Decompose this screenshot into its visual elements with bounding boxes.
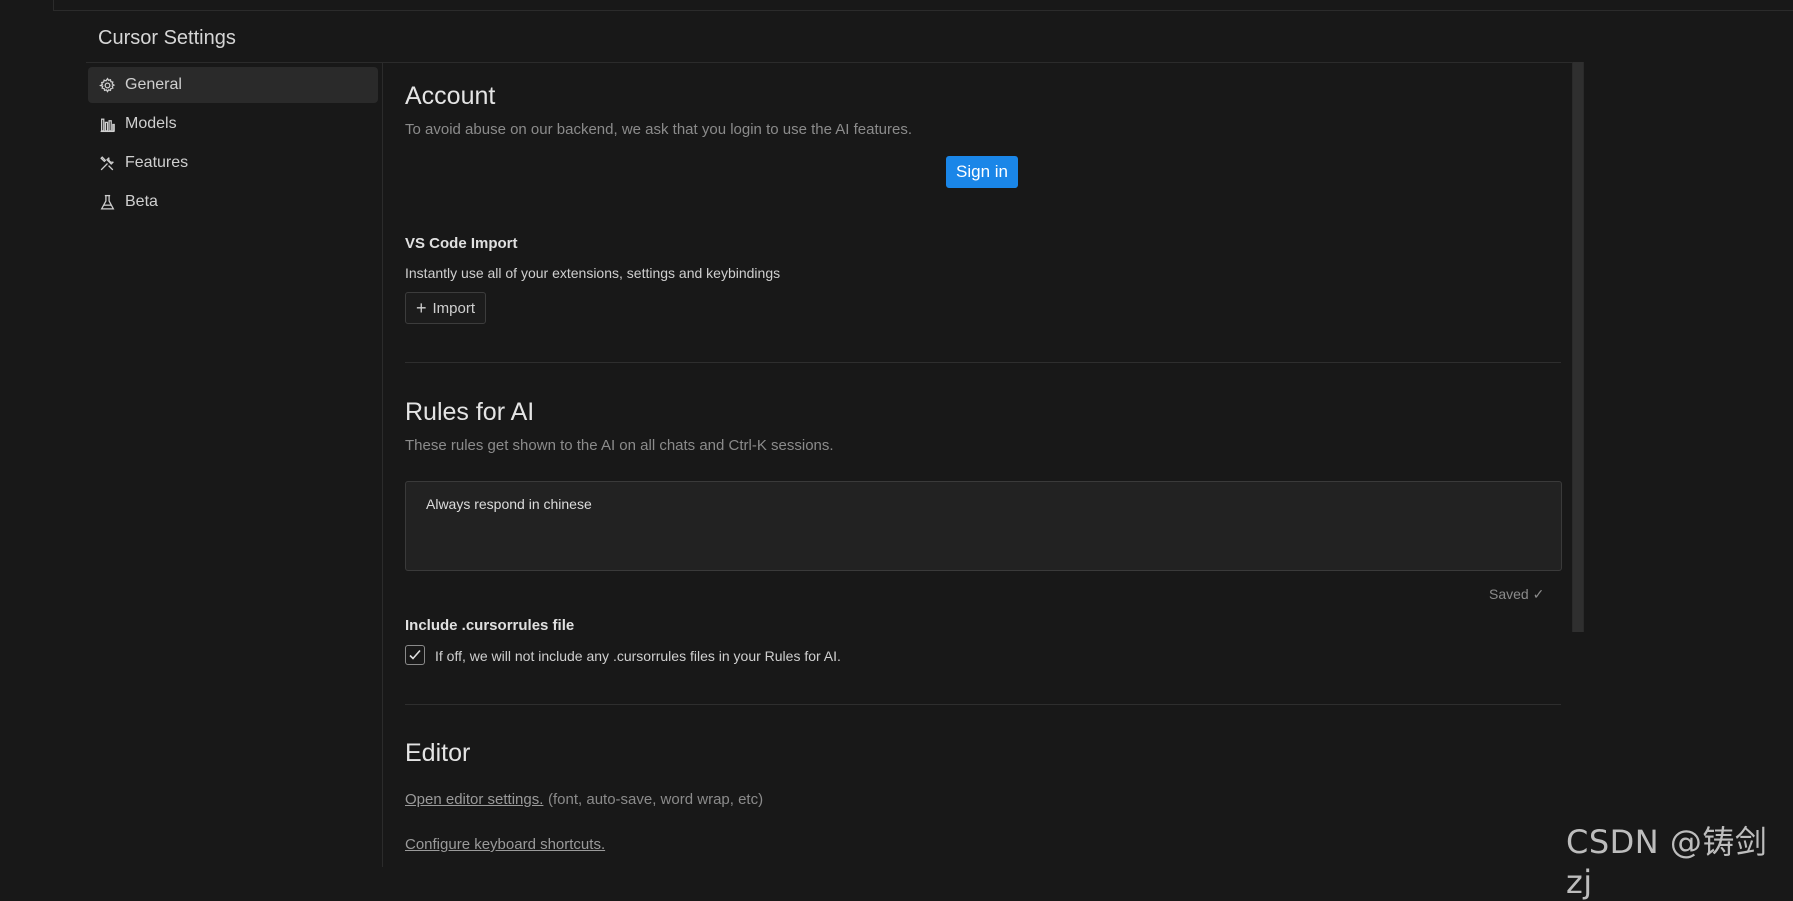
keyboard-shortcuts-link[interactable]: Configure keyboard shortcuts. — [405, 836, 605, 853]
sidebar-item-label: Models — [125, 115, 177, 132]
sidebar-item-models[interactable]: Models — [88, 106, 378, 142]
editor-settings-hint: (font, auto-save, word wrap, etc) — [548, 791, 764, 808]
gear-icon — [98, 76, 116, 94]
include-cursorrules-checkbox[interactable] — [405, 645, 425, 665]
settings-title: Cursor Settings — [98, 27, 236, 49]
plus-icon: + — [415, 298, 427, 318]
rules-for-ai-input[interactable]: Always respond in chinese — [405, 481, 1562, 571]
tools-icon — [98, 154, 116, 172]
vscode-import-title: VS Code Import — [405, 235, 518, 252]
import-button[interactable]: + Import — [405, 292, 486, 324]
settings-sidebar: General Models Features Beta — [88, 67, 378, 223]
cursorrules-description: If off, we will not include any .cursorr… — [435, 648, 841, 664]
watermark: CSDN @铸剑zj — [1566, 823, 1768, 901]
section-divider — [405, 362, 1561, 363]
rules-subtitle: These rules get shown to the AI on all c… — [405, 437, 834, 454]
sidebar-item-general[interactable]: General — [88, 67, 378, 103]
sidebar-divider — [382, 62, 383, 867]
settings-main: Account To avoid abuse on our backend, w… — [405, 62, 1563, 867]
saved-status: Saved ✓ — [1489, 586, 1545, 602]
scrollbar-thumb[interactable] — [1573, 62, 1583, 632]
top-strip — [53, 0, 1793, 11]
section-divider — [405, 704, 1561, 705]
sidebar-item-beta[interactable]: Beta — [88, 184, 378, 220]
sidebar-item-features[interactable]: Features — [88, 145, 378, 181]
sidebar-item-label: Beta — [125, 193, 158, 210]
sidebar-item-label: General — [125, 76, 182, 93]
account-subtitle: To avoid abuse on our backend, we ask th… — [405, 121, 912, 138]
editor-title: Editor — [405, 739, 471, 767]
rules-title: Rules for AI — [405, 398, 535, 426]
checkmark-icon — [409, 649, 421, 660]
vscode-import-description: Instantly use all of your extensions, se… — [405, 265, 781, 281]
account-title: Account — [405, 82, 496, 110]
import-button-label: Import — [432, 299, 476, 317]
bar-chart-icon — [98, 115, 116, 133]
flask-icon — [98, 193, 116, 211]
sign-in-button[interactable]: Sign in — [946, 156, 1018, 188]
open-editor-settings-link[interactable]: Open editor settings. — [405, 791, 543, 808]
sidebar-item-label: Features — [125, 154, 189, 171]
cursorrules-title: Include .cursorrules file — [405, 617, 575, 634]
